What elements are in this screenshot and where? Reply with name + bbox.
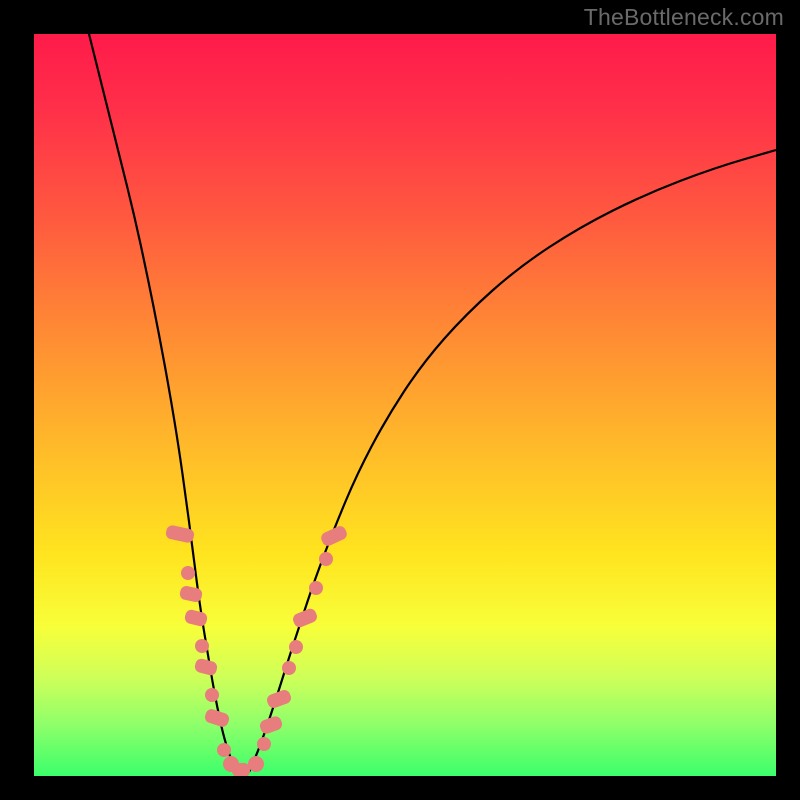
marker-pill (232, 763, 250, 776)
marker-dot (205, 688, 219, 702)
marker-dot (181, 566, 195, 580)
marker-pill (184, 609, 209, 628)
curve-markers (165, 524, 349, 776)
watermark-label: TheBottleneck.com (584, 4, 784, 31)
chart-svg (34, 34, 776, 776)
marker-dot (217, 743, 231, 757)
curve-right (249, 150, 776, 772)
marker-pill (203, 708, 230, 729)
marker-dot (319, 552, 333, 566)
marker-pill (258, 715, 283, 736)
marker-dot (248, 756, 264, 772)
marker-dot (289, 640, 303, 654)
chart-plot-area (34, 34, 776, 776)
marker-dot (257, 737, 271, 751)
marker-pill (194, 657, 219, 676)
marker-dot (282, 661, 296, 675)
marker-dot (195, 639, 209, 653)
chart-frame: TheBottleneck.com (0, 0, 800, 800)
curve-left (89, 34, 237, 772)
marker-pill (179, 585, 203, 603)
marker-dot (309, 581, 323, 595)
